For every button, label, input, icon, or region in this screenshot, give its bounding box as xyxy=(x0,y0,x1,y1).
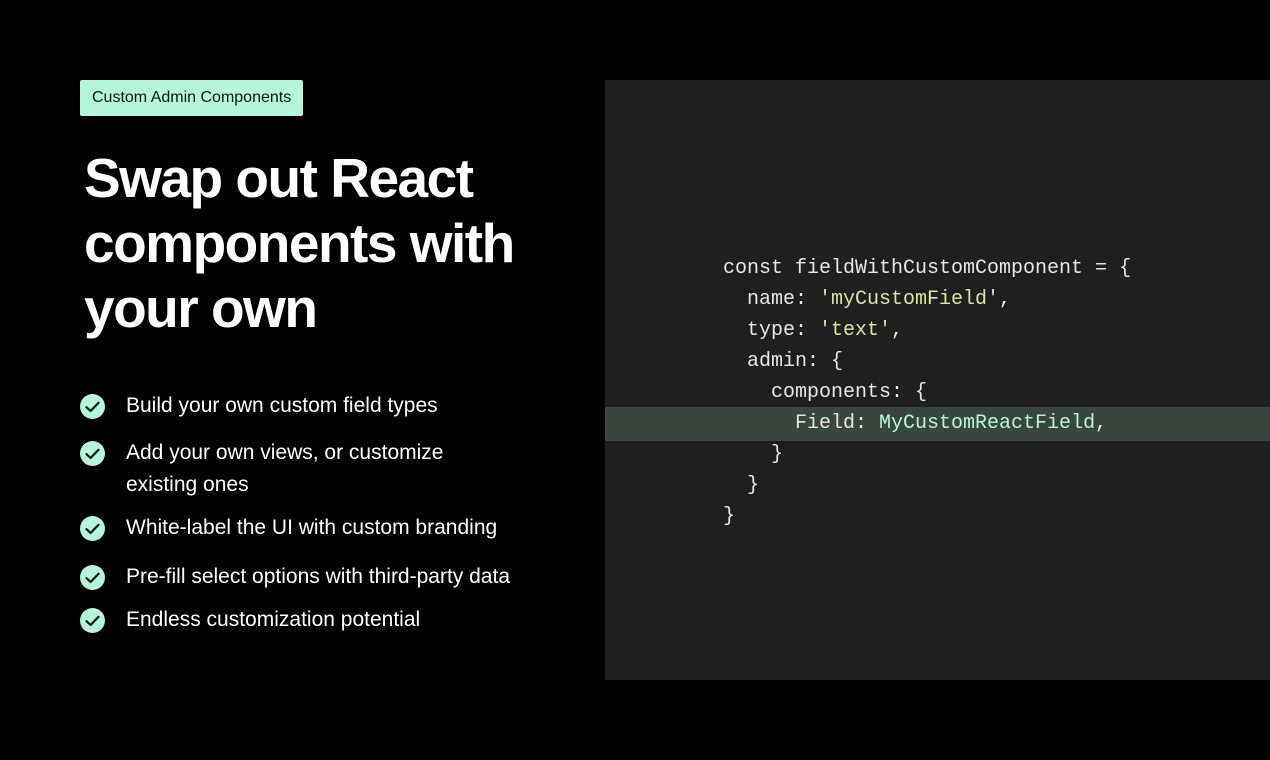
code-line: } xyxy=(605,439,1270,470)
code-line: } xyxy=(605,470,1270,501)
code-token: components: { xyxy=(723,381,928,404)
code-token: } xyxy=(723,474,760,497)
code-line: } xyxy=(605,501,1270,532)
code-line: admin: { xyxy=(605,346,1270,377)
code-string-token: 'myCustomField' xyxy=(819,288,1000,311)
code-token: const fieldWithCustomComponent = { xyxy=(723,257,1132,280)
category-badge: Custom Admin Components xyxy=(80,80,304,116)
code-token: admin: { xyxy=(723,350,844,373)
feature-item: Add your own views, or customize existin… xyxy=(80,441,550,501)
code-line: const fieldWithCustomComponent = { xyxy=(605,253,1270,284)
check-icon xyxy=(80,565,105,590)
feature-text: White-label the UI with custom branding xyxy=(126,516,498,539)
check-icon xyxy=(80,441,105,466)
code-token: type: xyxy=(723,319,820,342)
code-token: name: xyxy=(723,288,820,311)
feature-item: Endless customization potential xyxy=(80,608,550,636)
feature-item: Pre-fill select options with third-party… xyxy=(80,565,550,593)
feature-item: White-label the UI with custom branding xyxy=(80,516,550,544)
check-icon xyxy=(80,394,105,419)
feature-text: Build your own custom field types xyxy=(126,394,438,417)
feature-text: Pre-fill select options with third-party… xyxy=(126,565,510,588)
code-line: name: 'myCustomField', xyxy=(605,284,1270,315)
page-headline: Swap out React components with your own xyxy=(84,147,515,339)
code-token: , xyxy=(1095,412,1108,435)
check-icon xyxy=(80,516,105,541)
code-token: Field: xyxy=(723,412,880,435)
code-line: components: { xyxy=(605,377,1270,408)
feature-text: Add your own views, or customize existin… xyxy=(126,441,444,496)
feature-text: Endless customization potential xyxy=(126,608,421,631)
code-line-highlighted: Field: MyCustomReactField, xyxy=(605,407,1270,441)
code-token: , xyxy=(999,288,1012,311)
feature-item: Build your own custom field types xyxy=(80,394,550,422)
code-string-token: 'text' xyxy=(819,319,892,342)
code-snippet-panel: const fieldWithCustomComponent = { name:… xyxy=(605,80,1270,680)
code-line: type: 'text', xyxy=(605,315,1270,346)
code-identifier-token: MyCustomReactField xyxy=(879,412,1096,435)
check-icon xyxy=(80,608,105,633)
code-token: } xyxy=(723,505,736,528)
code-token: } xyxy=(723,443,784,466)
code-token: , xyxy=(891,319,904,342)
